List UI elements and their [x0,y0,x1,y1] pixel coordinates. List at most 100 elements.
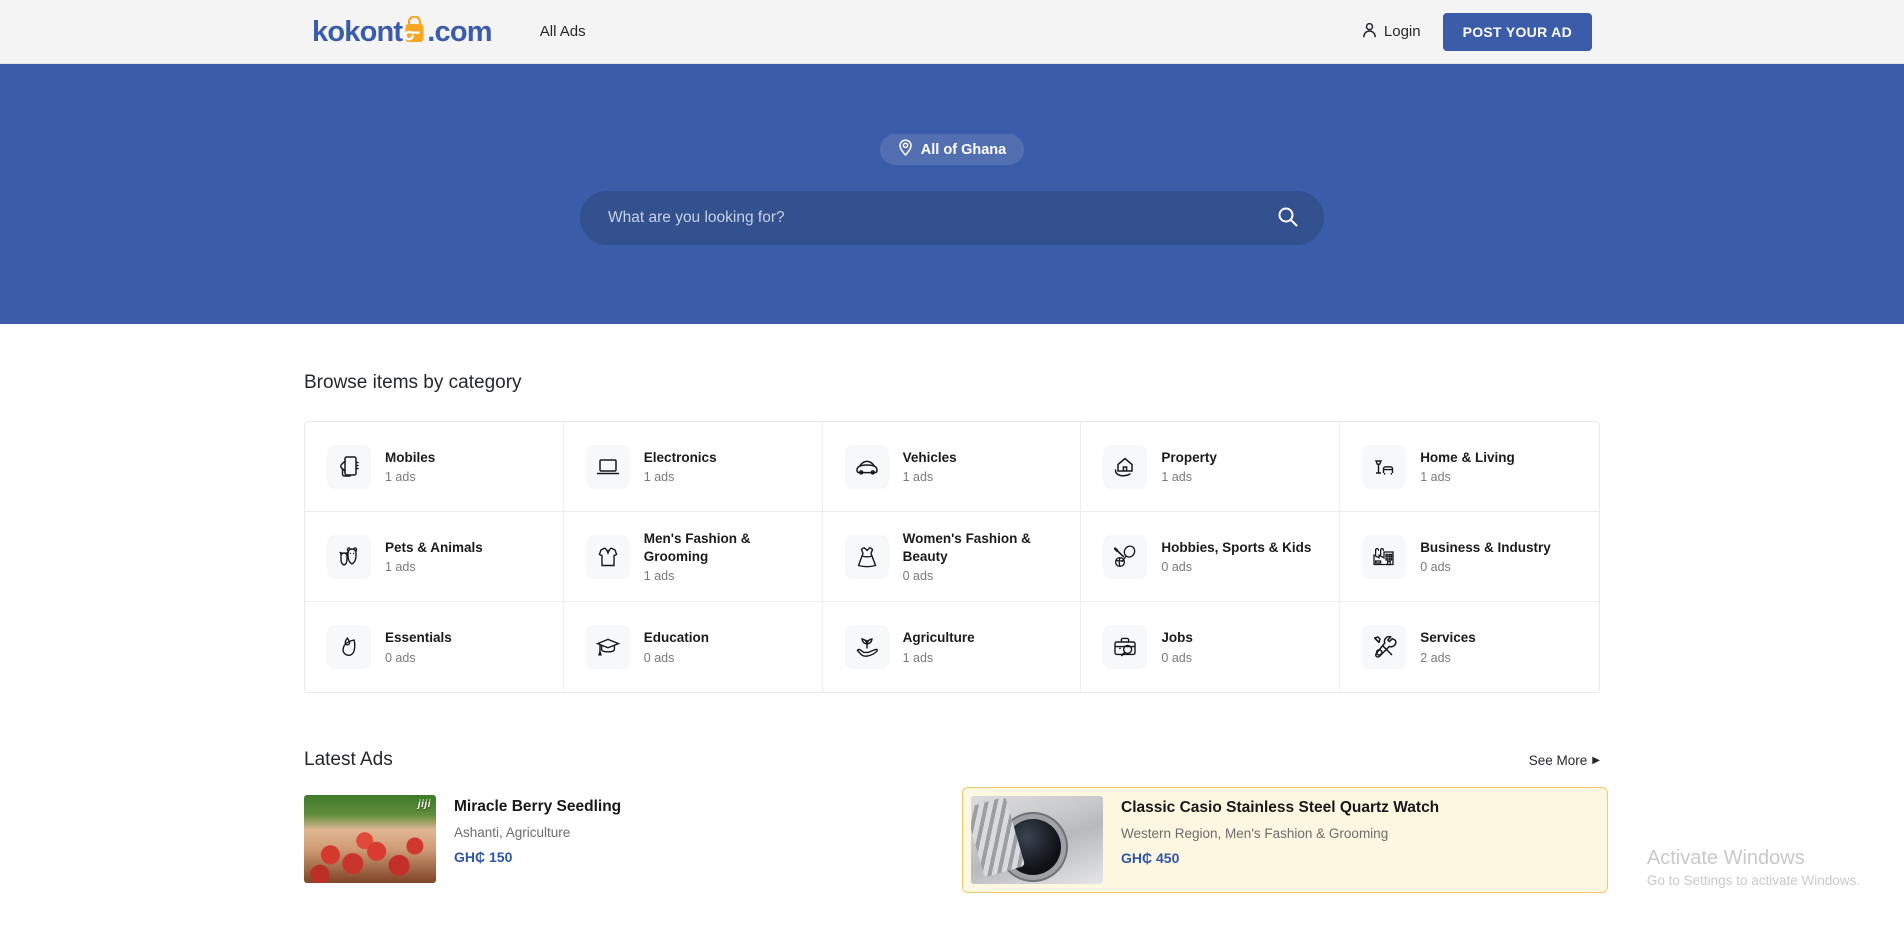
login-button[interactable]: Login [1362,22,1421,42]
category-count: 0 ads [385,650,416,665]
site-logo[interactable]: kokont .com [312,14,493,49]
category-name: Mobiles [385,449,436,465]
category-item-education[interactable]: Education 0 ads [563,602,823,692]
category-count: 1 ads [902,470,934,485]
category-item-mens-fashion[interactable]: Men's Fashion & Grooming 1 ads [563,512,823,602]
watermark-title: Activate Windows [1646,847,1805,869]
ad-thumbnail: jiji [304,795,436,883]
category-item-jobs[interactable]: Jobs 0 ads [1081,602,1341,692]
category-item-agriculture[interactable]: Agriculture 1 ads [822,602,1082,692]
latest-ads-grid: jiji Miracle Berry Seedling Ashanti, Agr… [304,787,1608,893]
ad-card-promoted[interactable]: Classic Casio Stainless Steel Quartz Wat… [962,787,1608,893]
logo-text-suffix: .com [427,16,492,48]
category-item-mobiles[interactable]: Mobiles 1 ads [305,422,564,512]
car-icon [844,444,889,489]
laptop-icon [585,444,630,489]
category-name: Pets & Animals [385,539,483,555]
thumbnail-watermark: jiji [417,799,431,810]
category-name: Business & Industry [1420,539,1551,555]
category-count: 1 ads [385,470,416,485]
post-your-ad-button[interactable]: POST YOUR AD [1442,12,1592,51]
category-count: 1 ads [643,569,675,584]
category-item-hobbies-sports-kids[interactable]: Hobbies, Sports & Kids 0 ads [1081,512,1341,602]
category-count: 1 ads [385,560,416,575]
category-name: Hobbies, Sports & Kids [1161,539,1312,555]
hero-section: All of Ghana [0,64,1904,324]
category-count: 0 ads [1420,560,1451,575]
factory-icon [1362,534,1407,579]
chevron-right-icon: ▶ [1592,754,1600,766]
house-in-hand-icon [1103,444,1148,489]
ad-meta: Ashanti, Agriculture [454,824,571,840]
leaf-drop-icon [327,625,371,669]
ad-meta: Western Region, Men's Fashion & Grooming [1121,825,1389,841]
see-more-label: See More [1528,752,1588,768]
ad-title: Classic Casio Stainless Steel Quartz Wat… [1121,799,1440,816]
location-selector[interactable]: All of Ghana [879,134,1025,165]
windows-activation-watermark: Activate Windows Go to Settings to activ… [1647,845,1860,891]
graduation-cap-icon [585,625,630,669]
nav-item-all-ads[interactable]: All Ads [540,23,586,40]
category-count: 1 ads [902,650,934,665]
category-count: 0 ads [1161,560,1192,575]
category-item-services[interactable]: Services 2 ads [1340,602,1599,692]
category-item-essentials[interactable]: Essentials 0 ads [305,602,564,692]
ad-thumbnail [971,796,1103,884]
category-item-property[interactable]: Property 1 ads [1081,422,1341,512]
category-item-pets-animals[interactable]: Pets & Animals 1 ads [305,512,564,602]
category-name: Electronics [643,449,717,465]
category-count: 2 ads [1420,650,1451,665]
ad-price: GH₵ 450 [1121,849,1180,866]
search-submit-button[interactable] [1273,202,1302,234]
category-count: 0 ads [643,650,675,665]
category-name: Agriculture [902,630,975,646]
category-item-vehicles[interactable]: Vehicles 1 ads [822,422,1082,512]
dog-cat-icon [327,534,371,579]
category-name: Jobs [1161,630,1193,646]
category-name: Vehicles [902,449,957,465]
latest-ads-title: Latest Ads [304,749,393,770]
login-label: Login [1383,23,1421,40]
category-name: Education [643,630,710,646]
categories-heading: Browse items by category [304,372,522,393]
mobile-phone-icon [327,444,371,489]
category-name: Men's Fashion & Grooming [643,530,751,564]
category-item-home-living[interactable]: Home & Living 1 ads [1340,422,1599,512]
polo-shirt-icon [585,534,630,579]
category-item-womens-fashion[interactable]: Women's Fashion & Beauty 0 ads [822,512,1082,602]
dress-icon [844,534,889,579]
seedling-in-hand-icon [844,625,889,669]
category-name: Home & Living [1420,449,1515,465]
category-count: 1 ads [643,470,675,485]
category-name: Women's Fashion & Beauty [902,530,1031,564]
category-count: 0 ads [902,569,934,584]
lamp-sofa-icon [1362,444,1407,489]
ad-card[interactable]: jiji Miracle Berry Seedling Ashanti, Agr… [304,795,934,885]
category-count: 1 ads [1420,470,1451,485]
shopping-bag-e-icon [402,16,427,43]
category-name: Services [1420,630,1476,646]
location-pin-icon [898,139,913,160]
category-item-electronics[interactable]: Electronics 1 ads [563,422,823,512]
location-label: All of Ghana [920,141,1007,158]
category-grid: Mobiles 1 ads Electronics 1 ads Vehicles… [304,421,1600,693]
logo-text-prefix: kokont [312,16,403,48]
category-item-business-industry[interactable]: Business & Industry 0 ads [1340,512,1599,602]
latest-ads-header: Latest Ads See More ▶ [304,749,1600,771]
category-count: 1 ads [1161,470,1192,485]
search-bar[interactable] [580,191,1324,245]
search-icon [1277,206,1298,230]
search-input[interactable] [608,209,1273,227]
watermark-subtitle: Go to Settings to activate Windows. [1646,873,1860,888]
main-content: Browse items by category Mobiles 1 ads E… [304,324,1608,893]
briefcase-magnifier-icon [1103,625,1148,669]
ad-price: GH₵ 150 [454,848,513,865]
site-header: kokont .com All Ads Login POST YOUR AD [0,0,1904,64]
sports-equipment-icon [1103,534,1148,579]
category-name: Property [1161,449,1217,465]
wrench-screwdriver-icon [1362,625,1407,669]
see-more-link[interactable]: See More ▶ [1529,753,1600,768]
ad-title: Miracle Berry Seedling [454,798,622,815]
user-icon [1362,22,1377,42]
category-count: 0 ads [1161,650,1192,665]
